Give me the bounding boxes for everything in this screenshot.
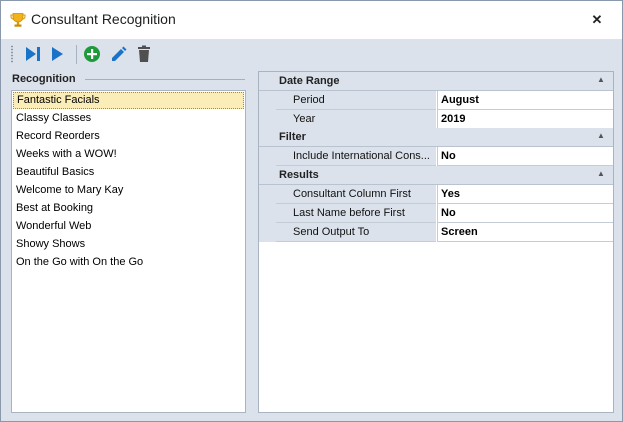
property-row-send-output: Send Output To Screen <box>259 223 613 242</box>
list-item[interactable]: Showy Shows <box>13 236 244 253</box>
property-name: Include International Cons... <box>276 147 436 166</box>
close-button[interactable]: ✕ <box>584 8 610 32</box>
property-row-year: Year 2019 <box>259 110 613 129</box>
list-item[interactable]: Best at Booking <box>13 200 244 217</box>
year-value[interactable]: 2019 <box>437 110 613 129</box>
list-item[interactable]: Welcome to Mary Kay <box>13 182 244 199</box>
toolbar-separator <box>76 45 77 64</box>
property-name: Period <box>276 91 436 110</box>
period-value[interactable]: August <box>437 91 613 110</box>
header-divider <box>85 79 245 80</box>
list-item[interactable]: Beautiful Basics <box>13 164 244 181</box>
property-name: Consultant Column First <box>276 185 436 204</box>
property-name: Last Name before First <box>276 204 436 223</box>
collapse-icon[interactable]: ▲ <box>597 75 605 84</box>
property-name: Year <box>276 110 436 129</box>
international-value[interactable]: No <box>437 147 613 166</box>
play-icon[interactable] <box>47 44 67 64</box>
category-filter[interactable]: Filter ▲ <box>259 128 613 147</box>
run-to-end-icon[interactable] <box>23 44 43 64</box>
property-row-period: Period August <box>259 91 613 110</box>
list-item[interactable]: Wonderful Web <box>13 218 244 235</box>
property-row-last-name-first: Last Name before First No <box>259 204 613 223</box>
consultant-first-value[interactable]: Yes <box>437 185 613 204</box>
list-item[interactable]: Weeks with a WOW! <box>13 146 244 163</box>
list-item[interactable]: Record Reorders <box>13 128 244 145</box>
edit-icon[interactable] <box>108 44 128 64</box>
property-grid: Date Range ▲ Period August Year 2019 Fil… <box>258 71 614 413</box>
list-item[interactable]: Fantastic Facials <box>13 92 244 109</box>
category-label: Results <box>279 169 319 181</box>
add-icon[interactable] <box>82 44 102 64</box>
toolbar <box>1 39 622 69</box>
category-date-range[interactable]: Date Range ▲ <box>259 72 613 91</box>
property-name: Send Output To <box>276 223 436 242</box>
recognition-list[interactable]: Fantastic Facials Classy Classes Record … <box>11 90 246 413</box>
toolbar-grip[interactable] <box>10 45 14 63</box>
trophy-icon <box>10 13 26 27</box>
send-output-value[interactable]: Screen <box>437 223 613 242</box>
delete-icon[interactable] <box>134 44 154 64</box>
recognition-header: Recognition <box>12 73 76 85</box>
list-item[interactable]: On the Go with On the Go <box>13 254 244 271</box>
collapse-icon[interactable]: ▲ <box>597 169 605 178</box>
category-label: Date Range <box>279 75 340 87</box>
last-name-first-value[interactable]: No <box>437 204 613 223</box>
property-row-international: Include International Cons... No <box>259 147 613 166</box>
window-title: Consultant Recognition <box>31 11 176 27</box>
list-item[interactable]: Classy Classes <box>13 110 244 127</box>
collapse-icon[interactable]: ▲ <box>597 131 605 140</box>
title-bar: Consultant Recognition ✕ <box>1 1 622 39</box>
property-row-consultant-first: Consultant Column First Yes <box>259 185 613 204</box>
consultant-recognition-window: Consultant Recognition ✕ Recognition Fan… <box>0 0 623 422</box>
category-results[interactable]: Results ▲ <box>259 166 613 185</box>
category-label: Filter <box>279 131 306 143</box>
